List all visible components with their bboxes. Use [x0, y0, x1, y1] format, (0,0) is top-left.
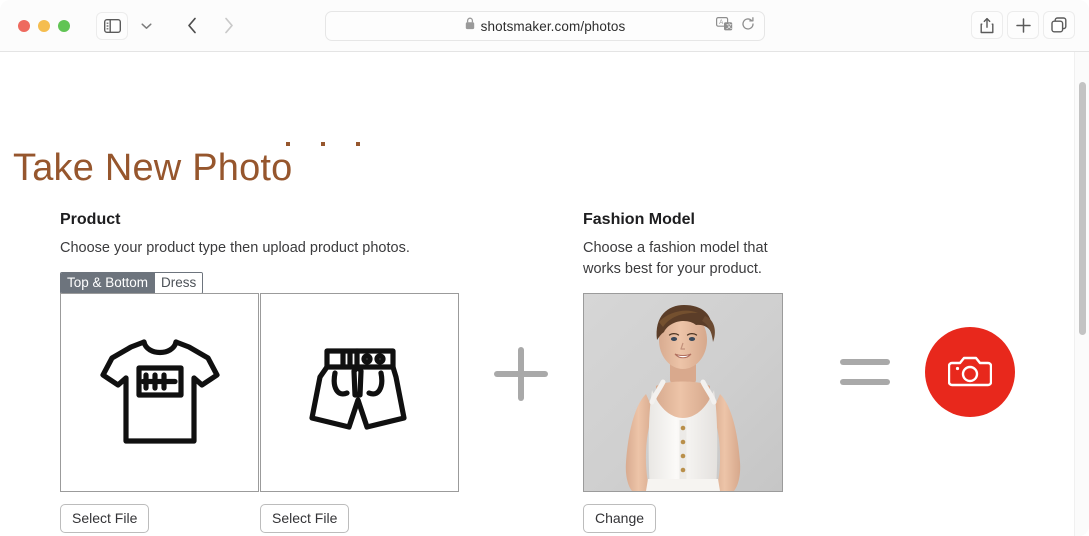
model-photo[interactable] — [583, 293, 783, 492]
browser-window: shotsmaker.com/photos A 文 Take New Photo… — [0, 0, 1089, 536]
translate-icon[interactable]: A 文 — [716, 16, 733, 36]
product-file-slot-bottom: Select File — [260, 504, 460, 534]
address-bar-actions: A 文 — [716, 12, 755, 40]
shorts-icon — [285, 315, 435, 470]
product-file-slot-top: Select File — [60, 504, 260, 534]
back-button[interactable] — [176, 12, 208, 40]
take-photo-button[interactable] — [925, 327, 1015, 417]
copy-tabs-icon — [1051, 17, 1067, 33]
title-dot — [321, 142, 325, 146]
toolbar-right-group — [971, 11, 1075, 39]
select-file-button-top[interactable]: Select File — [60, 504, 150, 534]
model-photo-illustration — [584, 294, 782, 491]
segment-top-and-bottom[interactable]: Top & Bottom — [61, 272, 155, 293]
forward-button[interactable] — [212, 12, 244, 40]
title-dots — [286, 142, 360, 146]
svg-text:A: A — [719, 20, 723, 26]
address-bar[interactable]: shotsmaker.com/photos A 文 — [325, 11, 765, 41]
address-bar-url: shotsmaker.com/photos — [480, 18, 626, 34]
plus-operator-icon — [494, 347, 548, 401]
title-dot — [286, 142, 290, 146]
product-section: Product Choose your product type then up… — [60, 210, 462, 534]
camera-icon — [947, 353, 993, 392]
chevron-left-icon — [187, 17, 198, 34]
model-actions: Change — [583, 504, 657, 534]
plus-icon — [1015, 17, 1031, 33]
sidebar-dropdown-button[interactable] — [130, 12, 162, 40]
fashion-model-section: Fashion Model Choose a fashion model tha… — [583, 210, 788, 534]
model-heading: Fashion Model — [583, 211, 695, 228]
product-type-segmented-control[interactable]: Top & Bottom Dress — [60, 271, 204, 294]
page-title: Take New Photo — [13, 147, 293, 190]
toolbar-nav-group — [96, 11, 244, 40]
browser-toolbar: shotsmaker.com/photos A 文 — [0, 0, 1089, 52]
sidebar-toggle-button[interactable] — [96, 11, 128, 40]
segment-dress[interactable]: Dress — [154, 272, 203, 293]
page-content: Take New Photo Product Choose your produ… — [0, 52, 1089, 536]
model-description: Choose a fashion model that works best f… — [583, 240, 768, 277]
product-description: Choose your product type then upload pro… — [60, 240, 410, 257]
lock-icon — [465, 17, 475, 35]
window-controls — [18, 19, 70, 32]
equals-operator-icon — [840, 359, 890, 385]
product-upload-box-top[interactable] — [60, 293, 259, 492]
address-bar-content: shotsmaker.com/photos — [465, 17, 626, 35]
plus-bar-vertical — [518, 347, 524, 401]
sidebar-icon — [103, 18, 121, 33]
title-dot — [356, 142, 360, 146]
share-button[interactable] — [971, 11, 1003, 39]
new-tab-button[interactable] — [1007, 11, 1039, 39]
svg-text:文: 文 — [726, 22, 732, 30]
close-window-button[interactable] — [18, 19, 30, 32]
product-upload-box-bottom[interactable] — [260, 293, 459, 492]
change-model-button[interactable]: Change — [583, 504, 657, 534]
navigation-arrows — [176, 12, 244, 40]
page-scrollbar[interactable] — [1074, 52, 1089, 536]
product-heading: Product — [60, 211, 121, 228]
select-file-button-bottom[interactable]: Select File — [260, 504, 350, 534]
product-upload-boxes — [60, 293, 459, 492]
product-file-buttons: Select File Select File — [60, 504, 461, 534]
chevron-down-icon — [140, 22, 152, 30]
maximize-window-button[interactable] — [58, 19, 70, 32]
chevron-right-icon — [223, 17, 234, 34]
share-icon — [980, 17, 994, 34]
equals-bar-top — [840, 359, 890, 365]
scrollbar-thumb[interactable] — [1079, 82, 1086, 335]
minimize-window-button[interactable] — [38, 19, 50, 32]
tab-overview-button[interactable] — [1043, 11, 1075, 39]
reload-icon[interactable] — [741, 16, 755, 36]
tshirt-icon — [85, 315, 235, 470]
equals-bar-bottom — [840, 379, 890, 385]
